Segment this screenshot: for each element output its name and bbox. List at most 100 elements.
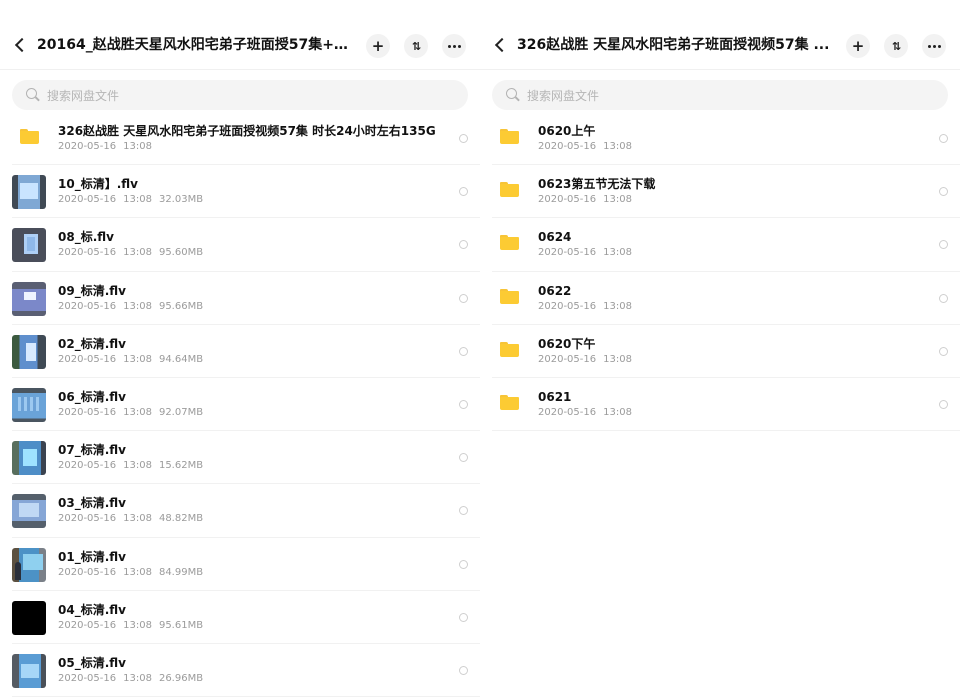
right-header: 326赵战胜 天星风水阳宅弟子班面授视频57集 ... + ⇅	[480, 0, 960, 70]
sort-button[interactable]: ⇅	[884, 34, 908, 58]
video-thumbnail	[12, 494, 46, 529]
item-meta: 2020-05-16 13:08 26.96MB	[58, 672, 210, 686]
file-row[interactable]: 08_标.flv 2020-05-16 13:08 95.60MB	[12, 218, 480, 272]
select-checkbox[interactable]	[459, 559, 468, 569]
item-time: 13:08	[123, 194, 152, 206]
item-name: 0622	[538, 283, 572, 298]
file-row[interactable]: 04_标清.flv 2020-05-16 13:08 95.61MB	[12, 591, 480, 644]
sort-button[interactable]: ⇅	[404, 34, 428, 58]
search-bar[interactable]: 搜索网盘文件	[492, 80, 948, 110]
item-time: 13:08	[603, 406, 632, 418]
item-size: 84.99MB	[158, 566, 204, 578]
item-name: 01_标清.flv	[58, 549, 126, 564]
more-icon	[447, 44, 461, 48]
folder-row[interactable]: 0620上午 2020-05-16 13:08	[492, 112, 960, 166]
select-checkbox[interactable]	[459, 240, 468, 250]
file-row[interactable]: 05_标清.flv 2020-05-16 13:08 26.96MB	[12, 644, 480, 698]
item-name: 0621	[538, 389, 572, 404]
item-size: 48.82MB	[158, 513, 204, 525]
search-placeholder: 搜索网盘文件	[527, 88, 600, 103]
item-meta: 2020-05-16 13:08 95.60MB	[58, 246, 210, 260]
select-checkbox[interactable]	[459, 399, 468, 409]
item-meta: 2020-05-16 13:08	[538, 193, 639, 207]
left-pane: 20164_赵战胜天星风水阳宅弟子班面授57集+前... + ⇅ 搜索网盘文件 …	[0, 0, 480, 700]
folder-row[interactable]: 0622 2020-05-16 13:08	[492, 272, 960, 325]
folder-row[interactable]: 326赵战胜 天星风水阳宅弟子班面授视频57集 时长24小时左右135G 2020…	[12, 112, 480, 166]
back-arrow-icon[interactable]	[10, 34, 32, 56]
item-name: 0620下午	[538, 336, 596, 351]
folder-row[interactable]: 0623第五节无法下载 2020-05-16 13:08	[492, 165, 960, 219]
item-meta: 2020-05-16 13:08	[538, 353, 639, 367]
item-date: 2020-05-16	[58, 460, 117, 472]
select-checkbox[interactable]	[939, 134, 948, 143]
right-pane: 326赵战胜 天星风水阳宅弟子班面授视频57集 ... + ⇅ 搜索网盘文件 0…	[480, 0, 960, 700]
select-checkbox[interactable]	[459, 506, 468, 516]
folder-row[interactable]: 0620下午 2020-05-16 13:08	[492, 325, 960, 378]
file-row[interactable]: 02_标清.flv 2020-05-16 13:08 94.64MB	[12, 325, 480, 378]
item-name: 0624	[538, 230, 572, 245]
app-root: 20164_赵战胜天星风水阳宅弟子班面授57集+前... + ⇅ 搜索网盘文件 …	[0, 0, 960, 700]
item-time: 13:08	[123, 460, 152, 472]
folder-icon	[500, 394, 519, 410]
search-icon	[26, 88, 40, 102]
select-checkbox[interactable]	[939, 187, 948, 197]
item-meta: 2020-05-16 13:08	[538, 140, 639, 154]
item-meta: 2020-05-16 13:08 48.82MB	[58, 512, 210, 526]
file-row[interactable]: 10_标清】.flv 2020-05-16 13:08 32.03MB	[12, 165, 480, 219]
folder-row[interactable]: 0621 2020-05-16 13:08	[492, 378, 960, 432]
folder-title: 326赵战胜 天星风水阳宅弟子班面授视频57集 ...	[517, 37, 830, 53]
video-thumbnail	[12, 441, 46, 476]
file-row[interactable]: 03_标清.flv 2020-05-16 13:08 48.82MB	[12, 484, 480, 538]
more-icon	[927, 44, 941, 48]
more-button[interactable]	[442, 34, 466, 58]
select-checkbox[interactable]	[459, 665, 468, 675]
folder-title: 20164_赵战胜天星风水阳宅弟子班面授57集+前...	[37, 37, 355, 53]
select-checkbox[interactable]	[459, 187, 468, 197]
search-bar[interactable]: 搜索网盘文件	[12, 80, 468, 110]
file-row[interactable]: 09_标清.flv 2020-05-16 13:08 95.66MB	[12, 272, 480, 325]
item-size: 94.64MB	[158, 353, 204, 365]
item-time: 13:08	[123, 513, 152, 525]
file-row[interactable]: 01_标清.flv 2020-05-16 13:08 84.99MB	[12, 538, 480, 591]
item-meta: 2020-05-16 13:08 95.61MB	[58, 619, 210, 633]
item-date: 2020-05-16	[58, 247, 117, 259]
back-arrow-icon[interactable]	[490, 34, 512, 56]
add-button[interactable]: +	[366, 34, 390, 58]
item-meta: 2020-05-16 13:08 84.99MB	[58, 566, 210, 580]
file-row[interactable]: 07_标清.flv 2020-05-16 13:08 15.62MB	[12, 431, 480, 485]
item-date: 2020-05-16	[538, 406, 597, 418]
select-checkbox[interactable]	[459, 346, 468, 356]
folder-row[interactable]: 0624 2020-05-16 13:08	[492, 218, 960, 272]
folder-icon	[500, 235, 519, 251]
item-name: 03_标清.flv	[58, 496, 126, 511]
select-checkbox[interactable]	[939, 293, 948, 303]
item-name: 10_标清】.flv	[58, 177, 138, 192]
more-button[interactable]	[922, 34, 946, 58]
item-date: 2020-05-16	[58, 566, 117, 578]
item-name: 0623第五节无法下载	[538, 177, 656, 192]
item-name: 04_标清.flv	[58, 602, 126, 617]
item-meta: 2020-05-16 13:08	[538, 300, 639, 314]
select-checkbox[interactable]	[459, 612, 468, 622]
item-name: 07_标清.flv	[58, 443, 126, 458]
item-time: 13:08	[603, 141, 632, 152]
file-row[interactable]: 06_标清.flv 2020-05-16 13:08 92.07MB	[12, 378, 480, 432]
add-button[interactable]: +	[846, 34, 870, 58]
item-size: 95.66MB	[158, 300, 204, 312]
folder-icon	[500, 288, 519, 304]
select-checkbox[interactable]	[939, 399, 948, 409]
select-checkbox[interactable]	[459, 453, 468, 463]
folder-icon	[500, 182, 519, 198]
select-checkbox[interactable]	[459, 293, 468, 303]
item-date: 2020-05-16	[58, 619, 117, 631]
select-checkbox[interactable]	[939, 346, 948, 356]
item-time: 13:08	[123, 406, 152, 418]
folder-icon	[500, 341, 519, 357]
video-thumbnail	[12, 175, 46, 210]
item-meta: 2020-05-16 13:08 32.03MB	[58, 193, 210, 207]
select-checkbox[interactable]	[939, 240, 948, 250]
select-checkbox[interactable]	[459, 134, 468, 143]
item-date: 2020-05-16	[538, 194, 597, 206]
folder-icon	[500, 129, 519, 144]
item-date: 2020-05-16	[58, 194, 117, 206]
